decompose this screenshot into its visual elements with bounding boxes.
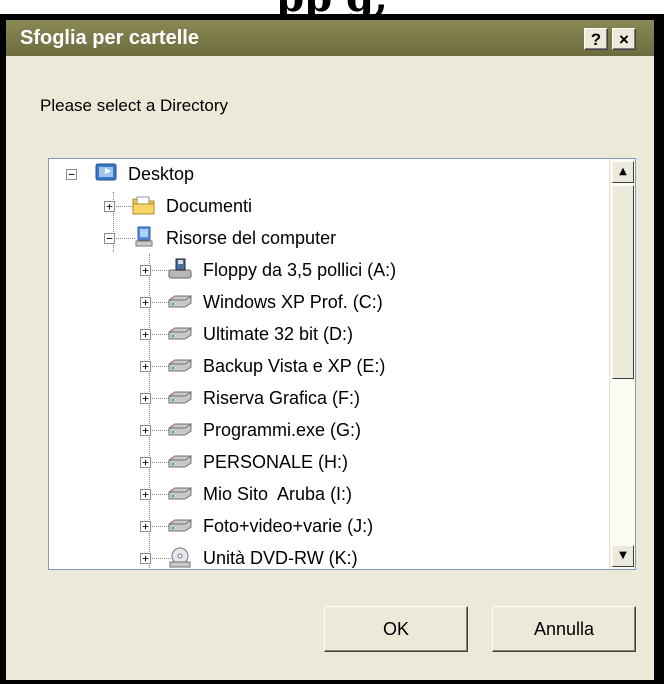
tree-item-label: Risorse del computer: [166, 228, 337, 248]
folder-tree-content: − Desktop + Documenti − Risorse del comp…: [49, 159, 609, 569]
vertical-scrollbar[interactable]: ▲ ▼: [609, 159, 635, 569]
tree-item-drive-i[interactable]: + Mio Sito Aruba (I:): [49, 479, 489, 509]
expand-toggle[interactable]: +: [140, 393, 151, 404]
prompt-text: Please select a Directory: [40, 96, 229, 115]
scrollbar-thumb[interactable]: [612, 185, 634, 379]
ok-button[interactable]: OK: [324, 606, 468, 652]
expand-toggle[interactable]: +: [104, 201, 115, 212]
tree-item-label: Documenti: [166, 196, 253, 216]
hard-drive-icon: [168, 519, 192, 532]
tree-item-drive-j[interactable]: + Foto+video+varie (J:): [49, 511, 489, 541]
tree-item-label: Foto+video+varie (J:): [203, 516, 374, 536]
hard-drive-icon: [168, 327, 192, 340]
hard-drive-icon: [168, 391, 192, 404]
hard-drive-icon: [168, 423, 192, 436]
scroll-up-arrow-icon[interactable]: ▲: [612, 161, 634, 183]
tree-item-drive-k[interactable]: + Unità DVD-RW (K:): [49, 543, 489, 569]
tree-item-label: Windows XP Prof. (C:): [203, 292, 383, 312]
expand-toggle[interactable]: +: [140, 265, 151, 276]
tree-item-label: Backup Vista e XP (E:): [203, 356, 386, 376]
tree-item-label: Mio Sito Aruba (I:): [203, 484, 353, 504]
tree-item-drive-c[interactable]: + Windows XP Prof. (C:): [49, 287, 489, 317]
tree-item-label: Riserva Grafica (F:): [203, 388, 361, 408]
tree-item-drive-f[interactable]: + Riserva Grafica (F:): [49, 383, 489, 413]
expand-toggle[interactable]: +: [140, 521, 151, 532]
dvd-drive-icon: [169, 547, 191, 568]
window-title: Sfoglia per cartelle: [20, 27, 199, 49]
tree-item-label: Unità DVD-RW (K:): [203, 548, 358, 568]
collapse-toggle[interactable]: −: [66, 169, 77, 180]
tree-item-label: Programmi.exe (G:): [203, 420, 362, 440]
documents-folder-icon: [132, 196, 155, 215]
my-computer-icon: [135, 226, 153, 247]
folder-tree: − Desktop + Documenti − Risorse del comp…: [48, 158, 636, 570]
tree-item-drive-h[interactable]: + PERSONALE (H:): [49, 447, 489, 477]
close-button[interactable]: ×: [612, 28, 636, 50]
tree-item-risorse-del-computer[interactable]: − Risorse del computer: [49, 223, 449, 253]
title-bar[interactable]: Sfoglia per cartelle ? ×: [6, 20, 654, 56]
expand-toggle[interactable]: +: [140, 297, 151, 308]
expand-toggle[interactable]: +: [140, 329, 151, 340]
scroll-down-arrow-icon[interactable]: ▼: [612, 545, 634, 567]
hard-drive-icon: [168, 295, 192, 308]
hard-drive-icon: [168, 359, 192, 372]
tree-item-desktop[interactable]: − Desktop: [49, 159, 449, 189]
expand-toggle[interactable]: +: [140, 457, 151, 468]
floppy-drive-icon: [168, 258, 192, 279]
expand-toggle[interactable]: +: [140, 553, 151, 564]
tree-item-drive-a[interactable]: + Floppy da 3,5 pollici (A:): [49, 255, 489, 285]
tree-item-label: Desktop: [128, 164, 195, 184]
expand-toggle[interactable]: +: [140, 361, 151, 372]
dialog-outer-border: Sfoglia per cartelle ? × Please select a…: [0, 14, 664, 684]
hard-drive-icon: [168, 455, 192, 468]
collapse-toggle[interactable]: −: [104, 233, 115, 244]
expand-toggle[interactable]: +: [140, 425, 151, 436]
tree-item-label: Ultimate 32 bit (D:): [203, 324, 354, 344]
expand-toggle[interactable]: +: [140, 489, 151, 500]
desktop-icon: [95, 163, 117, 181]
cancel-button[interactable]: Annulla: [492, 606, 636, 652]
tree-item-drive-e[interactable]: + Backup Vista e XP (E:): [49, 351, 489, 381]
hard-drive-icon: [168, 487, 192, 500]
tree-item-drive-g[interactable]: + Programmi.exe (G:): [49, 415, 489, 445]
tree-item-label: PERSONALE (H:): [203, 452, 349, 472]
browse-folder-dialog: Sfoglia per cartelle ? × Please select a…: [4, 18, 656, 682]
help-button[interactable]: ?: [584, 28, 608, 50]
tree-item-label: Floppy da 3,5 pollici (A:): [203, 260, 397, 280]
tree-item-drive-d[interactable]: + Ultimate 32 bit (D:): [49, 319, 489, 349]
tree-item-documenti[interactable]: + Documenti: [49, 191, 449, 221]
